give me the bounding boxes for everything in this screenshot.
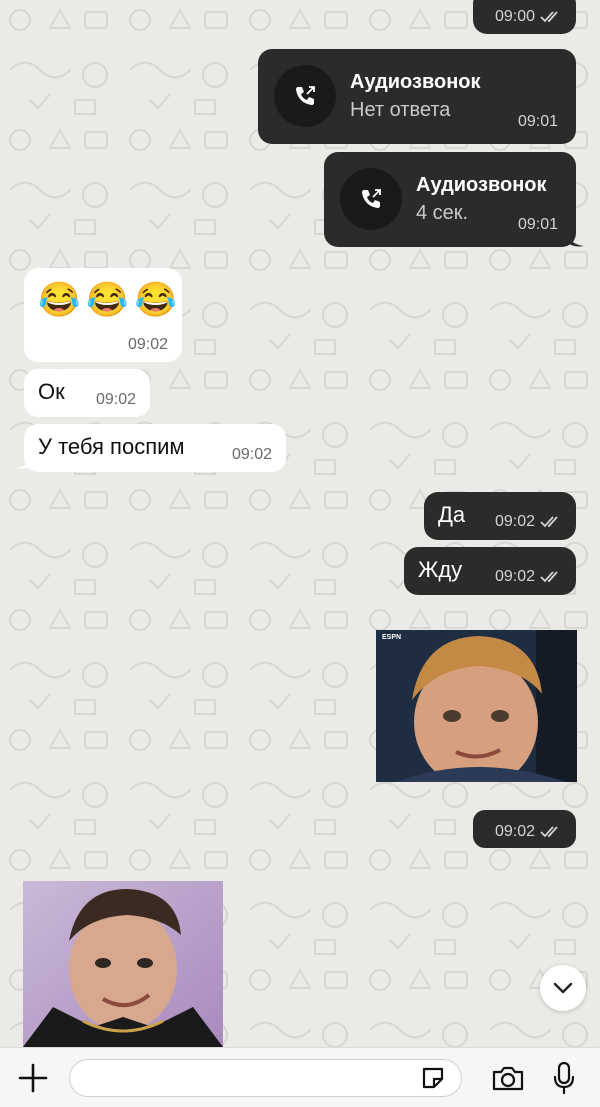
message-bubble-outgoing[interactable]: 09:02	[473, 810, 576, 848]
double-check-icon	[540, 826, 558, 838]
sticker-image-man[interactable]	[23, 881, 223, 1047]
sticker-button[interactable]	[418, 1063, 448, 1093]
bubble-tail	[16, 452, 34, 469]
call-icon-circle[interactable]	[340, 168, 402, 230]
call-bubble-duration[interactable]: Аудиозвонок 4 сек. 09:01	[324, 152, 576, 247]
outgoing-call-icon	[296, 86, 315, 105]
scroll-down-button[interactable]	[540, 965, 586, 1011]
sticker-icon	[422, 1067, 444, 1089]
message-time: 09:02	[494, 823, 535, 840]
message-time: 09:02	[95, 391, 136, 408]
message-composer	[0, 1047, 600, 1107]
call-title: Аудиозвонок	[416, 174, 547, 196]
message-input[interactable]	[69, 1059, 462, 1097]
message-text: Ок	[38, 379, 65, 404]
laughing-emoji: 😂	[38, 281, 87, 319]
message-text: Да	[438, 502, 466, 527]
message-bubble-outgoing[interactable]: 09:00	[473, 0, 576, 34]
bubble-tail	[566, 230, 584, 247]
call-title: Аудиозвонок	[350, 71, 481, 93]
boy-face-picture	[376, 630, 577, 782]
message-text: У тебя поспим	[38, 434, 185, 459]
message-bubble-outgoing[interactable]: Жду 09:02	[404, 547, 576, 595]
call-status: Нет ответа	[350, 99, 451, 121]
message-time: 09:01	[517, 216, 558, 233]
sticker-image-boy[interactable]: ESPN	[376, 630, 577, 782]
double-check-icon	[540, 571, 558, 583]
message-time: 09:01	[517, 113, 558, 130]
attach-button[interactable]	[14, 1060, 52, 1096]
camera-button[interactable]	[489, 1061, 527, 1095]
message-time: 09:02	[494, 568, 535, 585]
call-bubble-no-answer[interactable]: Аудиозвонок Нет ответа 09:01	[258, 49, 576, 144]
chevron-down-icon	[553, 982, 573, 994]
microphone-button[interactable]	[549, 1059, 579, 1097]
message-bubble-outgoing[interactable]: Да 09:02	[424, 492, 576, 540]
message-time: 09:00	[494, 8, 535, 25]
message-time: 09:02	[494, 513, 535, 530]
message-bubble-incoming[interactable]: Ок 09:02	[24, 369, 150, 417]
double-check-icon	[540, 11, 558, 23]
camera-icon	[492, 1066, 524, 1091]
message-bubble-incoming[interactable]: 😂😂😂 09:02	[24, 268, 182, 362]
emoji-row: 😂😂😂	[38, 280, 183, 320]
message-time: 09:02	[127, 336, 168, 353]
call-duration: 4 сек.	[416, 202, 469, 224]
outgoing-call-icon	[362, 189, 381, 208]
message-bubble-incoming[interactable]: У тебя поспим 09:02	[24, 424, 286, 472]
microphone-icon	[553, 1061, 575, 1095]
message-time: 09:02	[231, 446, 272, 463]
man-face-picture	[23, 881, 223, 1047]
laughing-emoji: 😂	[134, 281, 184, 319]
laughing-emoji: 😂	[86, 281, 135, 319]
plus-icon	[18, 1063, 48, 1093]
double-check-icon	[540, 516, 558, 528]
message-text: Жду	[418, 557, 463, 582]
sticker-caption: ESPN	[382, 634, 402, 641]
call-icon-circle[interactable]	[274, 65, 336, 127]
